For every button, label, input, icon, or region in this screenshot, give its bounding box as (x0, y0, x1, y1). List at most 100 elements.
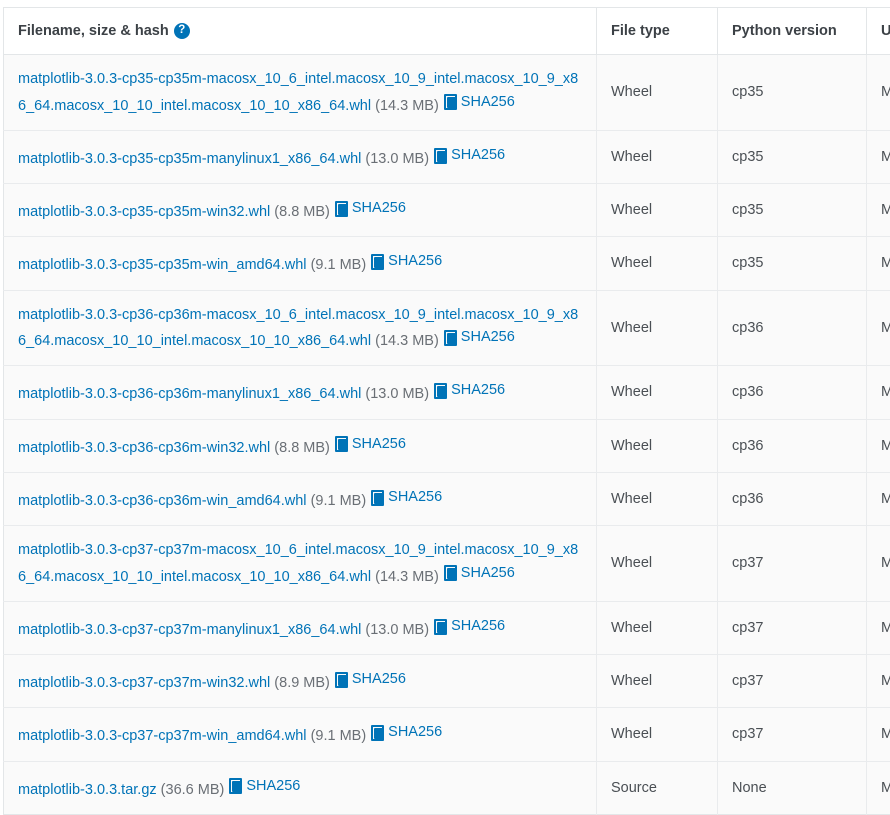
copy-sha256-button[interactable]: SHA256 (444, 91, 515, 114)
cell-upload-date: Mar 1, 2019 (867, 655, 890, 708)
file-size: (8.8 MB) (274, 439, 330, 455)
cell-python-version: cp36 (718, 366, 867, 419)
sha256-label: SHA256 (461, 91, 515, 114)
file-size: (9.1 MB) (311, 493, 367, 509)
file-size: (9.1 MB) (311, 257, 367, 273)
file-download-link[interactable]: matplotlib-3.0.3.tar.gz (18, 781, 157, 797)
cell-filename: matplotlib-3.0.3-cp37-cp37m-win32.whl (8… (4, 655, 597, 708)
file-size: (14.3 MB) (375, 97, 439, 113)
file-size: (8.9 MB) (274, 675, 330, 691)
table-header: Filename, size & hash ? File type Python… (4, 8, 890, 55)
cell-filename: matplotlib-3.0.3-cp35-cp35m-win_amd64.wh… (4, 237, 597, 290)
cell-upload-date: Mar 1, 2019 (867, 526, 890, 602)
cell-python-version: cp36 (718, 290, 867, 366)
copy-sha256-button[interactable]: SHA256 (371, 486, 442, 509)
sha256-label: SHA256 (388, 486, 442, 509)
copy-sha256-button[interactable]: SHA256 (371, 250, 442, 273)
file-download-link[interactable]: matplotlib-3.0.3-cp35-cp35m-manylinux1_x… (18, 151, 361, 167)
file-download-link[interactable]: matplotlib-3.0.3-cp36-cp36m-win32.whl (18, 439, 270, 455)
cell-filename: matplotlib-3.0.3-cp35-cp35m-win32.whl (8… (4, 184, 597, 237)
cell-upload-date: Mar 1, 2019 (867, 708, 890, 761)
file-size: (14.3 MB) (375, 333, 439, 349)
table-row: matplotlib-3.0.3-cp37-cp37m-win_amd64.wh… (4, 708, 890, 761)
copy-icon (335, 201, 349, 216)
file-size: (13.0 MB) (365, 151, 429, 167)
table-row: matplotlib-3.0.3-cp35-cp35m-win32.whl (8… (4, 184, 890, 237)
file-download-link[interactable]: matplotlib-3.0.3-cp37-cp37m-win_amd64.wh… (18, 728, 307, 744)
cell-file-type: Wheel (597, 290, 718, 366)
cell-python-version: cp37 (718, 708, 867, 761)
copy-sha256-button[interactable]: SHA256 (444, 562, 515, 585)
cell-python-version: cp35 (718, 130, 867, 183)
file-download-link[interactable]: matplotlib-3.0.3-cp37-cp37m-win32.whl (18, 675, 270, 691)
cell-upload-date: Mar 1, 2019 (867, 290, 890, 366)
copy-sha256-button[interactable]: SHA256 (434, 144, 505, 167)
cell-filename: matplotlib-3.0.3-cp36-cp36m-win_amd64.wh… (4, 472, 597, 525)
copy-sha256-button[interactable]: SHA256 (434, 379, 505, 402)
copy-icon (444, 565, 458, 580)
sha256-label: SHA256 (388, 250, 442, 273)
sha256-label: SHA256 (451, 615, 505, 638)
cell-upload-date: Mar 1, 2019 (867, 761, 890, 814)
copy-icon (371, 254, 385, 269)
copy-icon (434, 619, 448, 634)
file-download-link[interactable]: matplotlib-3.0.3-cp36-cp36m-win_amd64.wh… (18, 493, 307, 509)
cell-python-version: cp37 (718, 601, 867, 654)
cell-python-version: cp35 (718, 184, 867, 237)
copy-icon (444, 94, 458, 109)
copy-icon (335, 672, 349, 687)
copy-sha256-button[interactable]: SHA256 (335, 197, 406, 220)
copy-icon (434, 383, 448, 398)
file-size: (14.3 MB) (375, 568, 439, 584)
cell-python-version: cp36 (718, 419, 867, 472)
table-row: matplotlib-3.0.3-cp37-cp37m-macosx_10_6_… (4, 526, 890, 602)
table-row: matplotlib-3.0.3-cp36-cp36m-macosx_10_6_… (4, 290, 890, 366)
cell-file-type: Source (597, 761, 718, 814)
copy-sha256-button[interactable]: SHA256 (434, 615, 505, 638)
cell-python-version: cp37 (718, 526, 867, 602)
cell-filename: matplotlib-3.0.3-cp36-cp36m-macosx_10_6_… (4, 290, 597, 366)
column-header-python-version: Python version (718, 8, 867, 55)
cell-upload-date: Mar 1, 2019 (867, 472, 890, 525)
copy-sha256-button[interactable]: SHA256 (371, 721, 442, 744)
copy-icon (434, 148, 448, 163)
file-size: (8.8 MB) (274, 204, 330, 220)
cell-upload-date: Mar 1, 2019 (867, 55, 890, 131)
sha256-label: SHA256 (246, 775, 300, 798)
file-download-link[interactable]: matplotlib-3.0.3-cp37-cp37m-manylinux1_x… (18, 622, 361, 638)
cell-filename: matplotlib-3.0.3-cp36-cp36m-win32.whl (8… (4, 419, 597, 472)
cell-filename: matplotlib-3.0.3-cp35-cp35m-manylinux1_x… (4, 130, 597, 183)
cell-filename: matplotlib-3.0.3-cp37-cp37m-win_amd64.wh… (4, 708, 597, 761)
cell-file-type: Wheel (597, 472, 718, 525)
table-row: matplotlib-3.0.3-cp37-cp37m-manylinux1_x… (4, 601, 890, 654)
table-row: matplotlib-3.0.3-cp35-cp35m-macosx_10_6_… (4, 55, 890, 131)
cell-file-type: Wheel (597, 601, 718, 654)
copy-sha256-button[interactable]: SHA256 (335, 668, 406, 691)
table-row: matplotlib-3.0.3.tar.gz (36.6 MB)SHA256S… (4, 761, 890, 814)
table-row: matplotlib-3.0.3-cp37-cp37m-win32.whl (8… (4, 655, 890, 708)
cell-file-type: Wheel (597, 184, 718, 237)
cell-filename: matplotlib-3.0.3-cp37-cp37m-macosx_10_6_… (4, 526, 597, 602)
file-download-link[interactable]: matplotlib-3.0.3-cp35-cp35m-win_amd64.wh… (18, 257, 307, 273)
sha256-label: SHA256 (451, 379, 505, 402)
cell-filename: matplotlib-3.0.3.tar.gz (36.6 MB)SHA256 (4, 761, 597, 814)
cell-upload-date: Mar 1, 2019 (867, 601, 890, 654)
file-download-link[interactable]: matplotlib-3.0.3-cp35-cp35m-win32.whl (18, 204, 270, 220)
file-download-link[interactable]: matplotlib-3.0.3-cp36-cp36m-manylinux1_x… (18, 386, 361, 402)
sha256-label: SHA256 (461, 326, 515, 349)
cell-python-version: cp36 (718, 472, 867, 525)
release-files-table: Filename, size & hash ? File type Python… (3, 7, 890, 815)
cell-filename: matplotlib-3.0.3-cp37-cp37m-manylinux1_x… (4, 601, 597, 654)
column-header-filename-label: Filename, size & hash (18, 23, 169, 39)
sha256-label: SHA256 (461, 562, 515, 585)
cell-file-type: Wheel (597, 419, 718, 472)
sha256-label: SHA256 (352, 433, 406, 456)
copy-sha256-button[interactable]: SHA256 (444, 326, 515, 349)
cell-filename: matplotlib-3.0.3-cp35-cp35m-macosx_10_6_… (4, 55, 597, 131)
table-row: matplotlib-3.0.3-cp36-cp36m-win_amd64.wh… (4, 472, 890, 525)
table-header-row: Filename, size & hash ? File type Python… (4, 8, 890, 55)
sha256-label: SHA256 (352, 668, 406, 691)
copy-sha256-button[interactable]: SHA256 (335, 433, 406, 456)
help-icon[interactable]: ? (174, 23, 190, 39)
copy-sha256-button[interactable]: SHA256 (229, 775, 300, 798)
